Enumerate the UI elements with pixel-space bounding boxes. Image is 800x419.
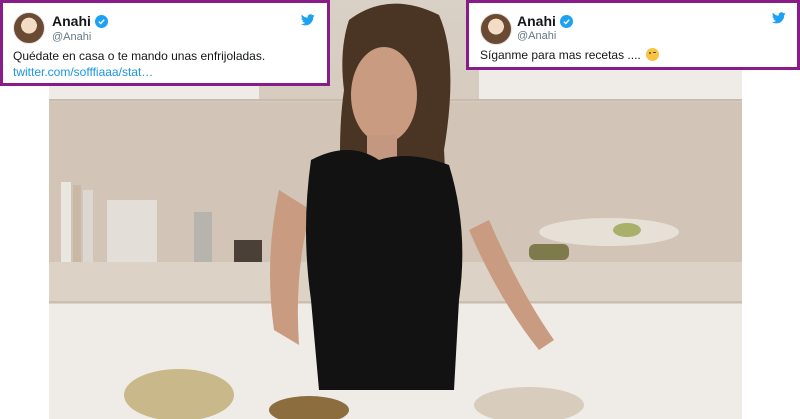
twitter-bird-icon[interactable] [772,12,786,24]
tweet-link[interactable]: twitter.com/sofffiaaa/stat… [13,65,153,79]
user-handle[interactable]: @Anahi [517,30,556,42]
verified-badge-icon [559,14,573,28]
display-name[interactable]: Anahi [52,13,91,29]
relieved-face-emoji-icon [646,48,660,61]
avatar[interactable] [13,12,45,44]
avatar[interactable] [480,13,512,45]
twitter-bird-icon[interactable] [301,14,315,26]
tweet-text: Quédate en casa o te mando unas enfrijol… [13,49,266,63]
tweet-card-2[interactable]: Anahi @Anahi Síganme para mas recetas ..… [466,0,800,70]
tweet-text-wrap: Síganme para mas recetas .... [480,48,660,62]
display-name[interactable]: Anahi [517,13,556,29]
verified-badge-icon [94,14,108,28]
tweet-text: Síganme para mas recetas .... [480,48,641,62]
user-handle[interactable]: @Anahi [52,31,91,43]
tweet-card-1[interactable]: Anahi @Anahi Quédate en casa o te mando … [0,0,330,86]
